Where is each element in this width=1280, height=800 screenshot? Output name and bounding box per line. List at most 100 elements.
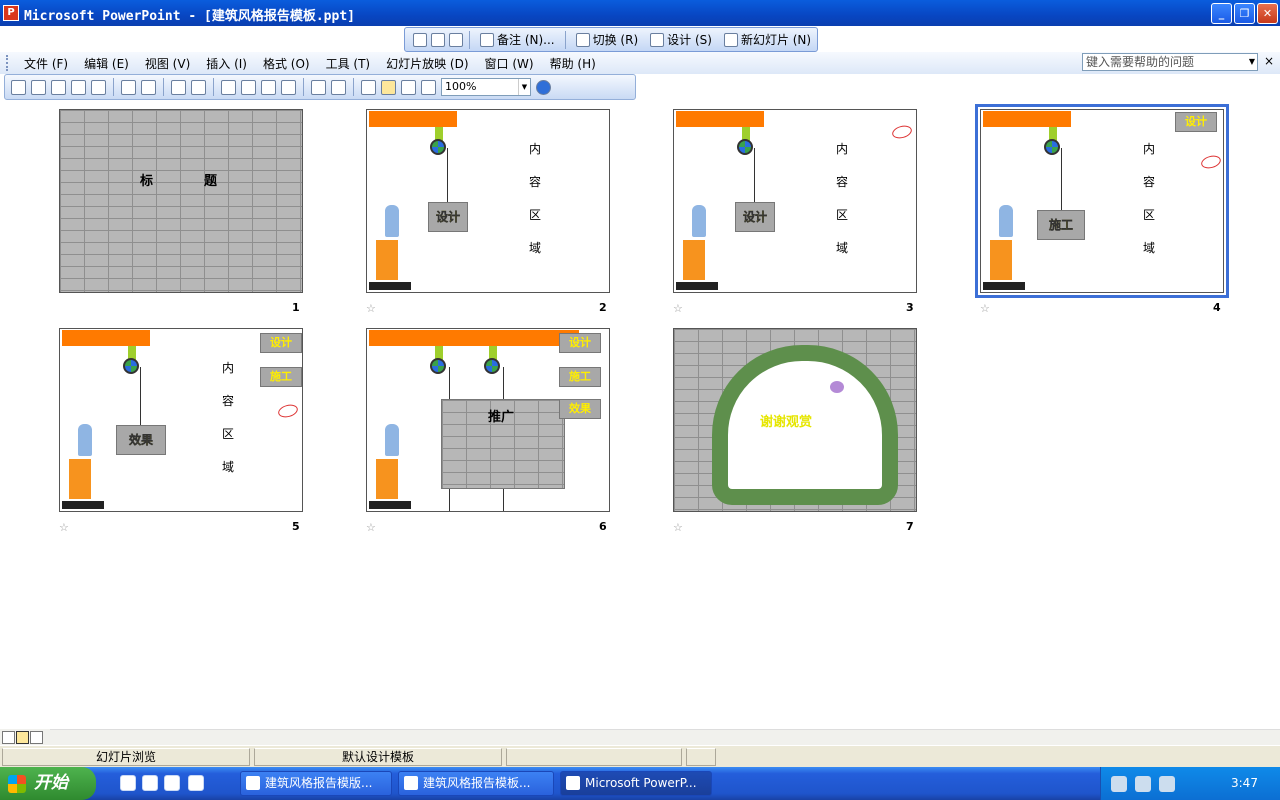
pulley-icon — [430, 358, 446, 374]
design-button[interactable]: 设计 (S) — [646, 30, 716, 50]
stamp-icon — [1199, 153, 1223, 171]
spelling-icon[interactable] — [171, 79, 186, 95]
mini-sign: 施工 — [260, 367, 302, 387]
paste-icon[interactable] — [261, 79, 276, 95]
menu-tools[interactable]: 工具 (T) — [318, 55, 379, 72]
help-icon[interactable] — [536, 79, 551, 95]
slide-thumbnail-2[interactable]: 设计 内容区域 — [366, 109, 610, 293]
permission-icon[interactable] — [71, 79, 86, 95]
save-icon[interactable] — [51, 79, 66, 95]
restore-button[interactable]: ❐ — [1234, 3, 1255, 24]
task-button[interactable]: 建筑风格报告模板... — [398, 771, 554, 796]
slideshow-view-icon[interactable] — [30, 730, 43, 744]
notes-button[interactable]: 备注 (N)... — [476, 30, 559, 50]
slide-thumbnail-3[interactable]: 设计 内容区域 — [673, 109, 917, 293]
task-button[interactable]: 建筑风格报告模版... — [240, 771, 392, 796]
quicklaunch-icon[interactable] — [120, 775, 136, 791]
slide-thumbnail-4[interactable]: 施工 设计 内容区域 — [975, 104, 1229, 298]
slide-number: 2 — [599, 301, 607, 314]
content-area-text: 内容区域 — [222, 361, 235, 474]
slide-thumbnail-6[interactable]: 推广 设计 施工 效果 — [366, 328, 610, 512]
minimize-button[interactable]: _ — [1211, 3, 1232, 24]
close-button[interactable]: ✕ — [1257, 3, 1278, 24]
slide-number: 3 — [906, 301, 914, 314]
slide-thumbnail-1[interactable]: 标 题 — [59, 109, 303, 293]
content-area-text: 内容区域 — [529, 142, 542, 255]
new-slide-button[interactable]: 新幻灯片 (N) — [720, 30, 815, 50]
help-search-input[interactable]: 键入需要帮助的问题 ▼ — [1082, 53, 1258, 71]
worker-icon — [78, 424, 92, 456]
menu-slideshow[interactable]: 幻灯片放映 (D) — [378, 55, 476, 72]
color-grayscale-icon[interactable] — [421, 79, 436, 95]
slide-number: 4 — [1213, 301, 1221, 314]
menu-file[interactable]: 文件 (F) — [16, 55, 76, 72]
slide-transition-star-icon[interactable]: ☆ — [673, 302, 683, 315]
menu-insert[interactable]: 插入 (I) — [198, 55, 255, 72]
hide-slide-icon[interactable] — [413, 32, 427, 47]
thanks-text: 谢谢观赏 — [760, 415, 813, 430]
redo-icon[interactable] — [331, 79, 346, 95]
slide-thumbnail-7[interactable]: 谢谢观赏 — [673, 328, 917, 512]
pulley-icon — [484, 358, 500, 374]
open-folder-icon[interactable] — [31, 79, 46, 95]
cut-icon[interactable] — [221, 79, 236, 95]
horizontal-scrollbar[interactable] — [50, 729, 1280, 745]
slide-sorter-view-icon[interactable] — [16, 730, 29, 744]
summary-slide-icon[interactable] — [431, 32, 445, 47]
tray-icon[interactable] — [1159, 776, 1175, 792]
mini-sign: 设计 — [559, 333, 601, 353]
expand-all-icon[interactable] — [361, 79, 376, 95]
slide-transition-star-icon[interactable]: ☆ — [673, 521, 683, 534]
wall-label: 推广 — [488, 410, 515, 425]
quicklaunch-icon[interactable] — [164, 775, 180, 791]
document-close-button[interactable]: × — [1264, 54, 1274, 68]
new-slide-icon — [723, 32, 738, 47]
menu-view[interactable]: 视图 (V) — [137, 55, 198, 72]
print-icon[interactable] — [121, 79, 136, 95]
arrow-icon[interactable] — [1135, 776, 1151, 792]
slide-transition-star-icon[interactable]: ☆ — [980, 302, 990, 315]
slide-transition-star-icon[interactable]: ☆ — [366, 521, 376, 534]
normal-view-icon[interactable] — [2, 730, 15, 744]
slide-title-char: 题 — [204, 174, 218, 189]
research-icon[interactable] — [191, 79, 206, 95]
print-preview-icon[interactable] — [141, 79, 156, 95]
stamp-icon — [890, 123, 914, 141]
keyboard-icon[interactable] — [1111, 776, 1127, 792]
format-painter-icon[interactable] — [281, 79, 296, 95]
hanging-sign: 设计 — [735, 202, 775, 232]
powerpoint-app-icon[interactable]: P — [3, 5, 19, 21]
worker-icon — [385, 205, 399, 237]
media-player-icon[interactable] — [142, 775, 158, 791]
show-formatting-icon[interactable] — [449, 32, 463, 47]
show-formatting-toggle-icon[interactable] — [381, 79, 396, 95]
menu-grip[interactable] — [6, 55, 10, 71]
zoom-select[interactable]: 100% ▼ — [441, 78, 531, 96]
menu-help[interactable]: 帮助 (H) — [542, 55, 604, 72]
chevron-down-icon[interactable]: ▼ — [518, 79, 530, 95]
mini-sign: 设计 — [260, 333, 302, 353]
slide-transition-star-icon[interactable]: ☆ — [366, 302, 376, 315]
standard-toolbar: 100% ▼ — [4, 74, 636, 100]
pulley-icon — [430, 139, 446, 155]
new-file-icon[interactable] — [11, 79, 26, 95]
undo-icon[interactable] — [311, 79, 326, 95]
orange-beam — [369, 330, 579, 346]
slide-thumbnail-5[interactable]: 效果 设计 施工 内容区域 — [59, 328, 303, 512]
ie-browser-icon[interactable] — [188, 775, 204, 791]
menu-edit[interactable]: 编辑 (E) — [76, 55, 137, 72]
start-button[interactable]: 开始 — [0, 767, 96, 800]
grid-icon[interactable] — [401, 79, 416, 95]
email-icon[interactable] — [91, 79, 106, 95]
transition-button[interactable]: 切换 (R) — [572, 30, 643, 50]
chevron-down-icon[interactable]: ▼ — [1249, 54, 1255, 70]
stamp-icon — [276, 402, 300, 420]
menu-window[interactable]: 窗口 (W) — [477, 55, 542, 72]
system-tray: 3:47 — [1100, 767, 1280, 800]
menu-format[interactable]: 格式 (O) — [255, 55, 318, 72]
copy-icon[interactable] — [241, 79, 256, 95]
task-button-active[interactable]: Microsoft PowerP... — [560, 771, 712, 796]
slide-transition-star-icon[interactable]: ☆ — [59, 521, 69, 534]
slide-title-char: 标 — [140, 174, 154, 189]
powerpoint-icon — [566, 776, 580, 790]
